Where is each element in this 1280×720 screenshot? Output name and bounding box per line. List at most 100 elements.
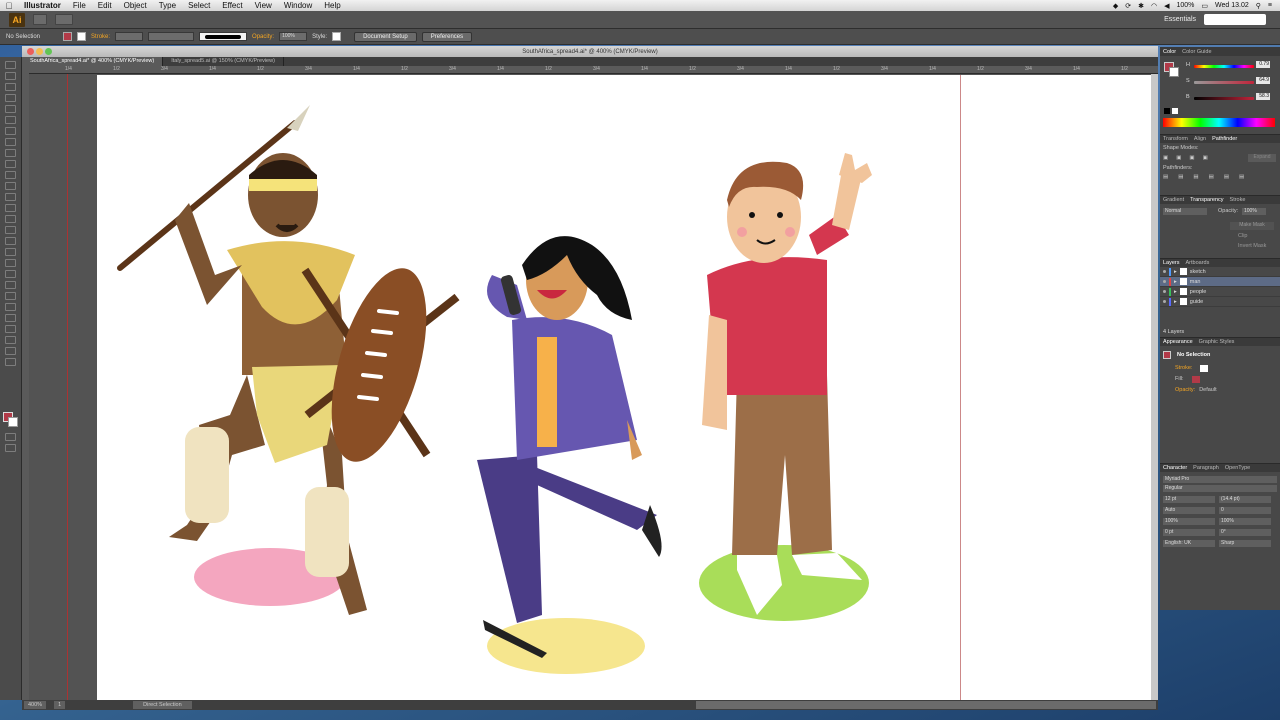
blend-mode-select[interactable]: Normal xyxy=(1163,208,1207,215)
rectangle-tool-icon[interactable] xyxy=(5,138,16,146)
expand-arrow-icon[interactable]: ▸ xyxy=(1174,269,1177,275)
channel-s-slider[interactable] xyxy=(1194,81,1254,84)
pen-tool-icon[interactable] xyxy=(5,105,16,113)
zoom-level-field[interactable]: 400% xyxy=(24,701,47,709)
opacity-field[interactable]: 100% xyxy=(279,32,308,41)
tab-appearance[interactable]: Appearance xyxy=(1163,339,1193,345)
channel-h-value[interactable]: 0.79 xyxy=(1256,61,1270,68)
menu-select[interactable]: Select xyxy=(182,1,216,10)
mesh-tool-icon[interactable] xyxy=(5,259,16,267)
minus-front-icon[interactable]: ▣ xyxy=(1176,155,1181,161)
zulu-warrior-figure[interactable] xyxy=(117,105,460,615)
font-family-field[interactable]: Myriad Pro xyxy=(1163,476,1277,483)
horizontal-scrollbar[interactable] xyxy=(696,701,1156,709)
visibility-icon[interactable] xyxy=(1163,280,1166,283)
stroke-color-icon[interactable] xyxy=(1169,67,1179,77)
layer-row-people[interactable]: ▸ people xyxy=(1160,287,1280,297)
volume-icon[interactable]: ◀ xyxy=(1164,2,1169,10)
stroke-swatch[interactable] xyxy=(77,32,87,41)
zoom-tool-icon[interactable] xyxy=(5,358,16,366)
tab-pathfinder[interactable]: Pathfinder xyxy=(1212,136,1237,142)
rotation-field[interactable]: 0° xyxy=(1219,529,1271,536)
kerning-field[interactable]: Auto xyxy=(1163,507,1215,514)
font-style-field[interactable]: Regular xyxy=(1163,485,1277,492)
visibility-icon[interactable] xyxy=(1163,290,1166,293)
search-icon[interactable]: ⚲ xyxy=(1256,2,1261,10)
bluetooth-icon[interactable]: ✱ xyxy=(1138,2,1144,10)
magic-wand-tool-icon[interactable] xyxy=(5,83,16,91)
line-tool-icon[interactable] xyxy=(5,127,16,135)
layer-name[interactable]: people xyxy=(1190,289,1207,295)
dropbox-icon[interactable]: ◆ xyxy=(1113,2,1118,10)
battery-icon[interactable]: ▭ xyxy=(1201,2,1208,10)
baseline-shift-field[interactable]: 0 pt xyxy=(1163,529,1215,536)
wifi-icon[interactable]: ◠ xyxy=(1151,2,1157,10)
minus-back-icon[interactable]: ▤ xyxy=(1239,174,1244,180)
divide-icon[interactable]: ▤ xyxy=(1163,174,1168,180)
crop-icon[interactable]: ▤ xyxy=(1209,174,1214,180)
tab-stroke[interactable]: Stroke xyxy=(1230,197,1246,203)
tab-southafrica[interactable]: SouthAfrica_spread4.ai* @ 400% (CMYK/Pre… xyxy=(22,57,164,66)
paintbrush-tool-icon[interactable] xyxy=(5,149,16,157)
menu-effect[interactable]: Effect xyxy=(216,1,248,10)
tab-color-guide[interactable]: Color Guide xyxy=(1182,49,1211,55)
appearance-stroke-row[interactable]: Stroke: xyxy=(1175,365,1277,372)
help-search-input[interactable] xyxy=(1204,14,1266,25)
channel-b-slider[interactable] xyxy=(1194,97,1254,100)
gradient-tool-icon[interactable] xyxy=(5,270,16,278)
list-icon[interactable]: ≡ xyxy=(1268,2,1272,9)
tab-italy[interactable]: Italy_spread5.ai @ 150% (CMYK/Preview) xyxy=(163,57,284,66)
menu-type[interactable]: Type xyxy=(153,1,182,10)
scale-tool-icon[interactable] xyxy=(5,204,16,212)
fill-swatch[interactable] xyxy=(63,32,73,41)
intersect-icon[interactable]: ▣ xyxy=(1189,155,1194,161)
opacity-value[interactable]: 100% xyxy=(1242,208,1266,215)
layer-name[interactable]: sketch xyxy=(1190,269,1206,275)
stroke-label[interactable]: Stroke: xyxy=(91,34,110,40)
sync-icon[interactable]: ⟳ xyxy=(1125,2,1131,10)
rotate-tool-icon[interactable] xyxy=(5,193,16,201)
document-setup-button[interactable]: Document Setup xyxy=(354,31,417,42)
merge-icon[interactable]: ▤ xyxy=(1193,174,1198,180)
menu-file[interactable]: File xyxy=(67,1,92,10)
artboard-navigation[interactable]: 1 xyxy=(54,701,66,709)
font-size-field[interactable]: 12 pt xyxy=(1163,496,1215,503)
blob-brush-tool-icon[interactable] xyxy=(5,171,16,179)
clock[interactable]: Wed 13.02 xyxy=(1215,2,1249,9)
anti-aliasing-select[interactable]: Sharp xyxy=(1219,540,1271,547)
stroke-swatch[interactable] xyxy=(1200,365,1209,372)
tab-paragraph[interactable]: Paragraph xyxy=(1193,465,1219,471)
tracking-field[interactable]: 0 xyxy=(1219,507,1271,514)
lasso-tool-icon[interactable] xyxy=(5,94,16,102)
drawing-mode-icon[interactable] xyxy=(5,433,16,441)
vertical-scale-field[interactable]: 100% xyxy=(1163,518,1215,525)
minimize-window-button[interactable] xyxy=(36,48,43,55)
pencil-tool-icon[interactable] xyxy=(5,160,16,168)
layer-row-sketch[interactable]: ▸ sketch xyxy=(1160,267,1280,277)
illustration[interactable] xyxy=(97,75,1151,700)
expand-arrow-icon[interactable]: ▸ xyxy=(1174,289,1177,295)
tab-transparency[interactable]: Transparency xyxy=(1190,197,1223,203)
channel-h-slider[interactable] xyxy=(1194,65,1254,68)
hand-tool-icon[interactable] xyxy=(5,347,16,355)
woman-on-phone-figure[interactable] xyxy=(477,236,662,658)
shape-builder-tool-icon[interactable] xyxy=(5,237,16,245)
expand-button[interactable]: Expand xyxy=(1248,154,1276,162)
fill-swatch[interactable] xyxy=(1191,376,1200,383)
apple-icon[interactable]:  xyxy=(0,1,18,11)
leading-field[interactable]: (14.4 pt) xyxy=(1219,496,1271,503)
trim-icon[interactable]: ▤ xyxy=(1178,174,1183,180)
perspective-grid-tool-icon[interactable] xyxy=(5,248,16,256)
close-window-button[interactable] xyxy=(27,48,34,55)
tab-gradient[interactable]: Gradient xyxy=(1163,197,1184,203)
expand-arrow-icon[interactable]: ▸ xyxy=(1174,279,1177,285)
graphic-style-swatch[interactable] xyxy=(332,32,342,41)
screen-mode-icon[interactable] xyxy=(5,444,16,452)
bridge-button[interactable] xyxy=(33,14,47,25)
make-mask-button[interactable]: Make Mask xyxy=(1230,222,1274,230)
horizontal-scale-field[interactable]: 100% xyxy=(1219,518,1271,525)
tab-transform[interactable]: Transform xyxy=(1163,136,1188,142)
opacity-label[interactable]: Opacity: xyxy=(1175,387,1195,393)
vertical-scrollbar[interactable] xyxy=(1151,74,1158,700)
menu-object[interactable]: Object xyxy=(118,1,153,10)
